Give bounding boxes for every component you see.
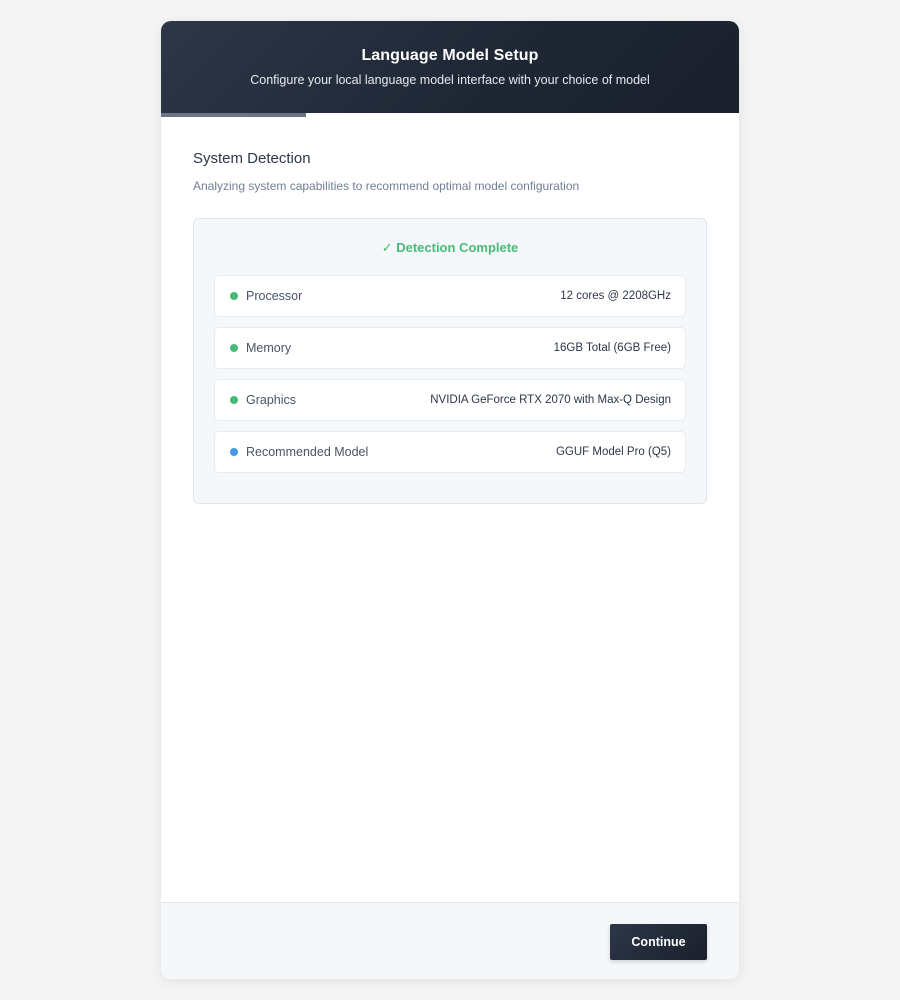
detection-row-recommended-model: Recommended Model GGUF Model Pro (Q5) bbox=[214, 431, 686, 473]
setup-card: Language Model Setup Configure your loca… bbox=[161, 21, 739, 979]
progress-bar-fill bbox=[161, 113, 306, 117]
page-title: Language Model Setup bbox=[361, 47, 539, 64]
status-dot-icon bbox=[230, 292, 238, 300]
detection-value: 12 cores @ 2208GHz bbox=[560, 290, 671, 302]
status-dot-icon bbox=[230, 448, 238, 456]
setup-header: Language Model Setup Configure your loca… bbox=[161, 21, 739, 113]
detection-row-memory: Memory 16GB Total (6GB Free) bbox=[214, 327, 686, 369]
detection-status: ✓ Detection Complete bbox=[381, 240, 519, 255]
detection-value: 16GB Total (6GB Free) bbox=[553, 342, 671, 354]
detection-panel: ✓ Detection Complete Processor 12 cores … bbox=[193, 218, 707, 504]
detection-label: Processor bbox=[246, 289, 303, 303]
setup-footer: Continue bbox=[161, 902, 739, 979]
progress-bar bbox=[161, 113, 739, 117]
detection-label: Recommended Model bbox=[246, 445, 369, 459]
status-dot-icon bbox=[230, 344, 238, 352]
status-dot-icon bbox=[230, 396, 238, 404]
continue-button[interactable]: Continue bbox=[610, 924, 707, 960]
detection-label: Graphics bbox=[246, 393, 297, 407]
section-description: Analyzing system capabilities to recomme… bbox=[193, 179, 580, 193]
detection-value: NVIDIA GeForce RTX 2070 with Max-Q Desig… bbox=[430, 394, 671, 406]
section-title: System Detection bbox=[193, 150, 311, 167]
detection-row-processor: Processor 12 cores @ 2208GHz bbox=[214, 275, 686, 317]
detection-value: GGUF Model Pro (Q5) bbox=[555, 446, 671, 458]
page-subtitle: Configure your local language model inte… bbox=[250, 73, 650, 87]
detection-label: Memory bbox=[246, 341, 292, 355]
detection-row-graphics: Graphics NVIDIA GeForce RTX 2070 with Ma… bbox=[214, 379, 686, 421]
